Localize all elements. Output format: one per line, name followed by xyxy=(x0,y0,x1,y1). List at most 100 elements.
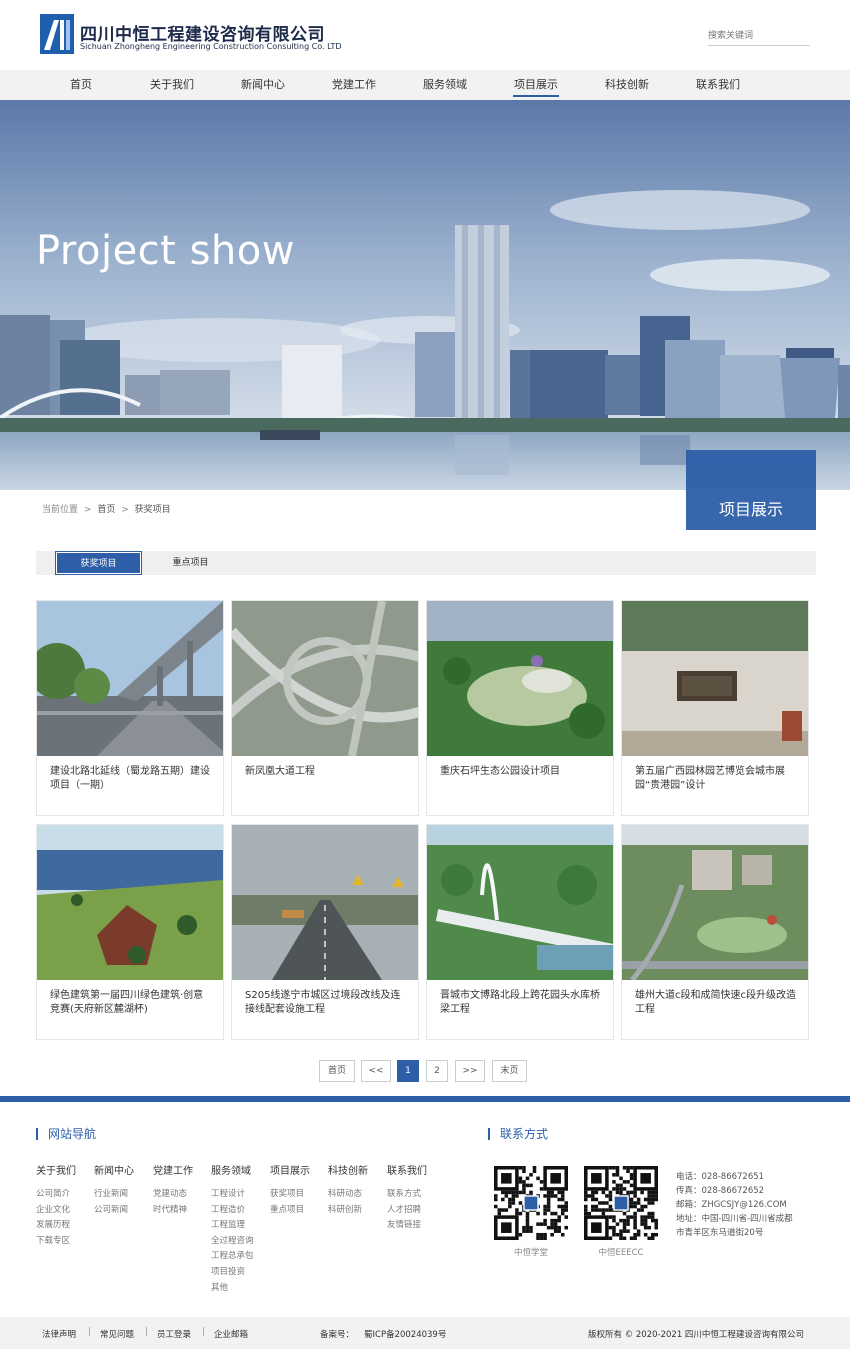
footer-column-title[interactable]: 服务领域 xyxy=(211,1162,251,1177)
breadcrumb-separator: > xyxy=(121,505,129,515)
project-photo[interactable] xyxy=(232,825,418,980)
qr-caption: 中恒学堂 xyxy=(513,1248,548,1258)
nav-item[interactable]: 项目展示 xyxy=(491,70,581,100)
category-tabs: 获奖项目 重点项目 xyxy=(36,551,816,575)
project-photo[interactable] xyxy=(622,825,808,980)
pager-page-2[interactable]: 2 xyxy=(426,1060,448,1082)
footer-column-title[interactable]: 科技创新 xyxy=(328,1162,368,1177)
icp-number[interactable]: 蜀ICP备20024039号 xyxy=(364,1328,446,1340)
footer-link[interactable]: 企业文化 xyxy=(36,1203,70,1215)
project-title[interactable]: 新凤凰大道工程 xyxy=(245,765,408,779)
footer-link[interactable]: 工程造价 xyxy=(211,1203,245,1215)
nav-item[interactable]: 关于我们 xyxy=(127,70,217,100)
project-card[interactable]: 晋城市文博路北段上跨花园头水库桥梁工程 xyxy=(426,824,614,1040)
footer-link[interactable]: 全过程咨询 xyxy=(211,1234,254,1246)
footer-link[interactable]: 友情链接 xyxy=(387,1218,421,1230)
nav-item[interactable]: 服务领域 xyxy=(400,70,490,100)
hero-banner: Project show xyxy=(0,100,850,490)
icp-label: 备案号： xyxy=(320,1330,355,1340)
project-photo[interactable] xyxy=(427,601,613,756)
nav-item[interactable]: 联系我们 xyxy=(673,70,763,100)
footer-link[interactable]: 科研动态 xyxy=(328,1187,362,1199)
project-card[interactable]: S205线遂宁市城区过境段改线及连接线配套设施工程 xyxy=(231,824,419,1040)
staff-login-link[interactable]: 员工登录 xyxy=(157,1328,191,1340)
legal-link[interactable]: 法律声明 xyxy=(42,1328,76,1340)
pager-prev[interactable]: << xyxy=(361,1060,391,1082)
copyright: 版权所有 © 2020-2021 四川中恒工程建设咨询有限公司 xyxy=(588,1330,804,1340)
nav-item[interactable]: 新闻中心 xyxy=(218,70,308,100)
project-photo[interactable] xyxy=(37,601,223,756)
site-footer: 网站导航 联系方式 中恒学堂 中恒EEECC 电话：028-86672651 传… xyxy=(0,1102,850,1317)
project-title[interactable]: 绿色建筑第一届四川绿色建筑·创意竞赛(天府新区麓湖杯) xyxy=(50,989,213,1017)
footer-link[interactable]: 人才招聘 xyxy=(387,1203,421,1215)
contact-address-line2: 市青羊区东马道街20号 xyxy=(676,1228,764,1238)
footer-link[interactable]: 发展历程 xyxy=(36,1218,70,1230)
footer-link[interactable]: 工程总承包 xyxy=(211,1249,254,1261)
project-card[interactable]: 绿色建筑第一届四川绿色建筑·创意竞赛(天府新区麓湖杯) xyxy=(36,824,224,1040)
footer-link[interactable]: 公司新闻 xyxy=(94,1203,128,1215)
project-card[interactable]: 新凤凰大道工程 xyxy=(231,600,419,816)
footer-column-title[interactable]: 关于我们 xyxy=(36,1162,76,1177)
project-title[interactable]: S205线遂宁市城区过境段改线及连接线配套设施工程 xyxy=(245,989,408,1017)
project-card[interactable]: 雄州大道c段和成简快速c段升级改造工程 xyxy=(621,824,809,1040)
nav-item[interactable]: 党建工作 xyxy=(309,70,399,100)
qr-code-icon xyxy=(494,1166,568,1240)
project-photo[interactable] xyxy=(232,601,418,756)
contact-email[interactable]: 邮箱：ZHGCSJY@126.COM xyxy=(676,1198,787,1210)
contact-phone: 电话：028-86672651 xyxy=(676,1172,765,1182)
skyline-illustration xyxy=(0,100,850,490)
footer-link[interactable]: 时代精神 xyxy=(153,1203,187,1215)
qr-caption: 中恒EEECC xyxy=(598,1248,644,1258)
footer-link[interactable]: 工程监理 xyxy=(211,1218,245,1230)
footer-column-title[interactable]: 项目展示 xyxy=(270,1162,310,1177)
project-card[interactable]: 第五届广西园林园艺博览会城市展园“贵港园”设计 xyxy=(621,600,809,816)
project-card[interactable]: 建设北路北延线（蜀龙路五期）建设项目（一期） xyxy=(36,600,224,816)
footer-link[interactable]: 科研创新 xyxy=(328,1203,362,1215)
footer-link[interactable]: 行业新闻 xyxy=(94,1187,128,1199)
footer-link[interactable]: 联系方式 xyxy=(387,1187,421,1199)
project-title[interactable]: 第五届广西园林园艺博览会城市展园“贵港园”设计 xyxy=(635,765,798,793)
project-title[interactable]: 重庆石坪生态公园设计项目 xyxy=(440,765,603,779)
company-name-en: Sichuan Zhongheng Engineering Constructi… xyxy=(80,42,342,51)
site-header: 四川中恒工程建设咨询有限公司 Sichuan Zhongheng Enginee… xyxy=(0,0,850,70)
project-title[interactable]: 雄州大道c段和成简快速c段升级改造工程 xyxy=(635,989,798,1017)
bottom-separator: | xyxy=(88,1327,92,1337)
footer-link[interactable]: 其他 xyxy=(211,1281,228,1293)
breadcrumb-home-link[interactable]: 首页 xyxy=(97,505,115,515)
search-input[interactable] xyxy=(708,26,810,46)
nav-item[interactable]: 首页 xyxy=(36,70,126,100)
footer-link[interactable]: 党建动态 xyxy=(153,1187,187,1199)
company-logo[interactable] xyxy=(40,14,74,54)
company-mail-link[interactable]: 企业邮箱 xyxy=(214,1328,248,1340)
project-title[interactable]: 晋城市文博路北段上跨花园头水库桥梁工程 xyxy=(440,989,603,1017)
project-card[interactable]: 重庆石坪生态公园设计项目 xyxy=(426,600,614,816)
project-photo[interactable] xyxy=(427,825,613,980)
footer-link[interactable]: 公司简介 xyxy=(36,1187,70,1199)
footer-column-title[interactable]: 新闻中心 xyxy=(94,1162,134,1177)
section-label-box: 项目展示 xyxy=(686,450,816,530)
footer-link[interactable]: 下载专区 xyxy=(36,1234,70,1246)
faq-link[interactable]: 常见问题 xyxy=(100,1328,134,1340)
footer-column-title[interactable]: 党建工作 xyxy=(153,1162,193,1177)
tab-key-projects[interactable]: 重点项目 xyxy=(148,552,233,574)
nav-item[interactable]: 科技创新 xyxy=(582,70,672,100)
project-title[interactable]: 建设北路北延线（蜀龙路五期）建设项目（一期） xyxy=(50,765,213,793)
contact-fax: 传真：028-86672652 xyxy=(676,1186,765,1196)
pager-page-1[interactable]: 1 xyxy=(397,1060,419,1082)
footer-link[interactable]: 重点项目 xyxy=(270,1203,304,1215)
footer-nav-heading: 网站导航 xyxy=(36,1128,96,1140)
footer-link[interactable]: 获奖项目 xyxy=(270,1187,304,1199)
tab-award-projects[interactable]: 获奖项目 xyxy=(55,551,142,575)
footer-link[interactable]: 工程设计 xyxy=(211,1187,245,1199)
pager-first[interactable]: 首页 xyxy=(319,1060,355,1082)
project-photo[interactable] xyxy=(622,601,808,756)
banner-title: Project show xyxy=(36,228,295,274)
pager-next[interactable]: >> xyxy=(455,1060,485,1082)
project-photo[interactable] xyxy=(37,825,223,980)
section-label: 项目展示 xyxy=(718,500,783,519)
bottom-separator: | xyxy=(202,1327,206,1337)
contact-address: 地址：中国-四川省-四川省成都 xyxy=(676,1214,793,1224)
pager-last[interactable]: 末页 xyxy=(492,1060,527,1082)
footer-column-title[interactable]: 联系我们 xyxy=(387,1162,427,1177)
footer-link[interactable]: 项目投资 xyxy=(211,1265,245,1277)
